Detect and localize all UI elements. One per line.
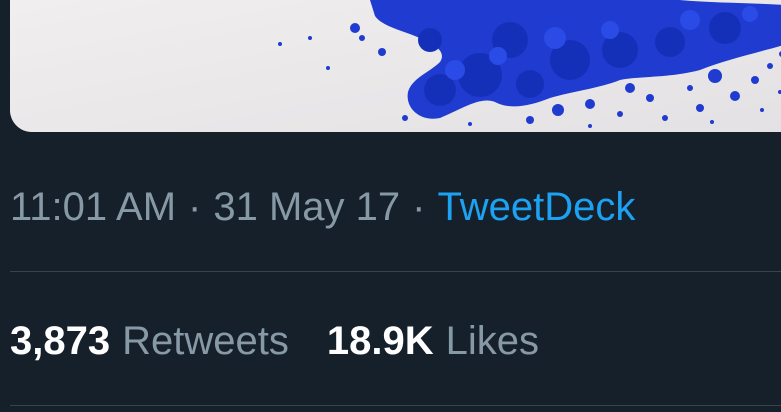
likes-label: Likes xyxy=(445,318,539,363)
tweet-meta: 11:01 AM · 31 May 17 · TweetDeck xyxy=(10,182,635,232)
retweets-label: Retweets xyxy=(122,318,289,363)
retweets-stat[interactable]: 3,873 Retweets xyxy=(10,319,289,364)
tweet-stats: 3,873 Retweets 18.9K Likes xyxy=(10,316,539,366)
likes-count: 18.9K xyxy=(326,318,434,363)
meta-separator: · xyxy=(412,184,426,229)
meta-separator: · xyxy=(188,184,202,229)
likes-stat[interactable]: 18.9K Likes xyxy=(327,319,539,364)
tweet-source-link[interactable]: TweetDeck xyxy=(437,185,635,230)
divider xyxy=(10,271,781,272)
tweet-time[interactable]: 11:01 AM xyxy=(10,185,176,230)
retweets-count: 3,873 xyxy=(10,318,111,363)
divider xyxy=(10,405,781,406)
tweet-date[interactable]: 31 May 17 xyxy=(213,185,400,230)
tweet-media-image[interactable] xyxy=(10,0,781,132)
blue-pigment-photo xyxy=(10,0,781,132)
